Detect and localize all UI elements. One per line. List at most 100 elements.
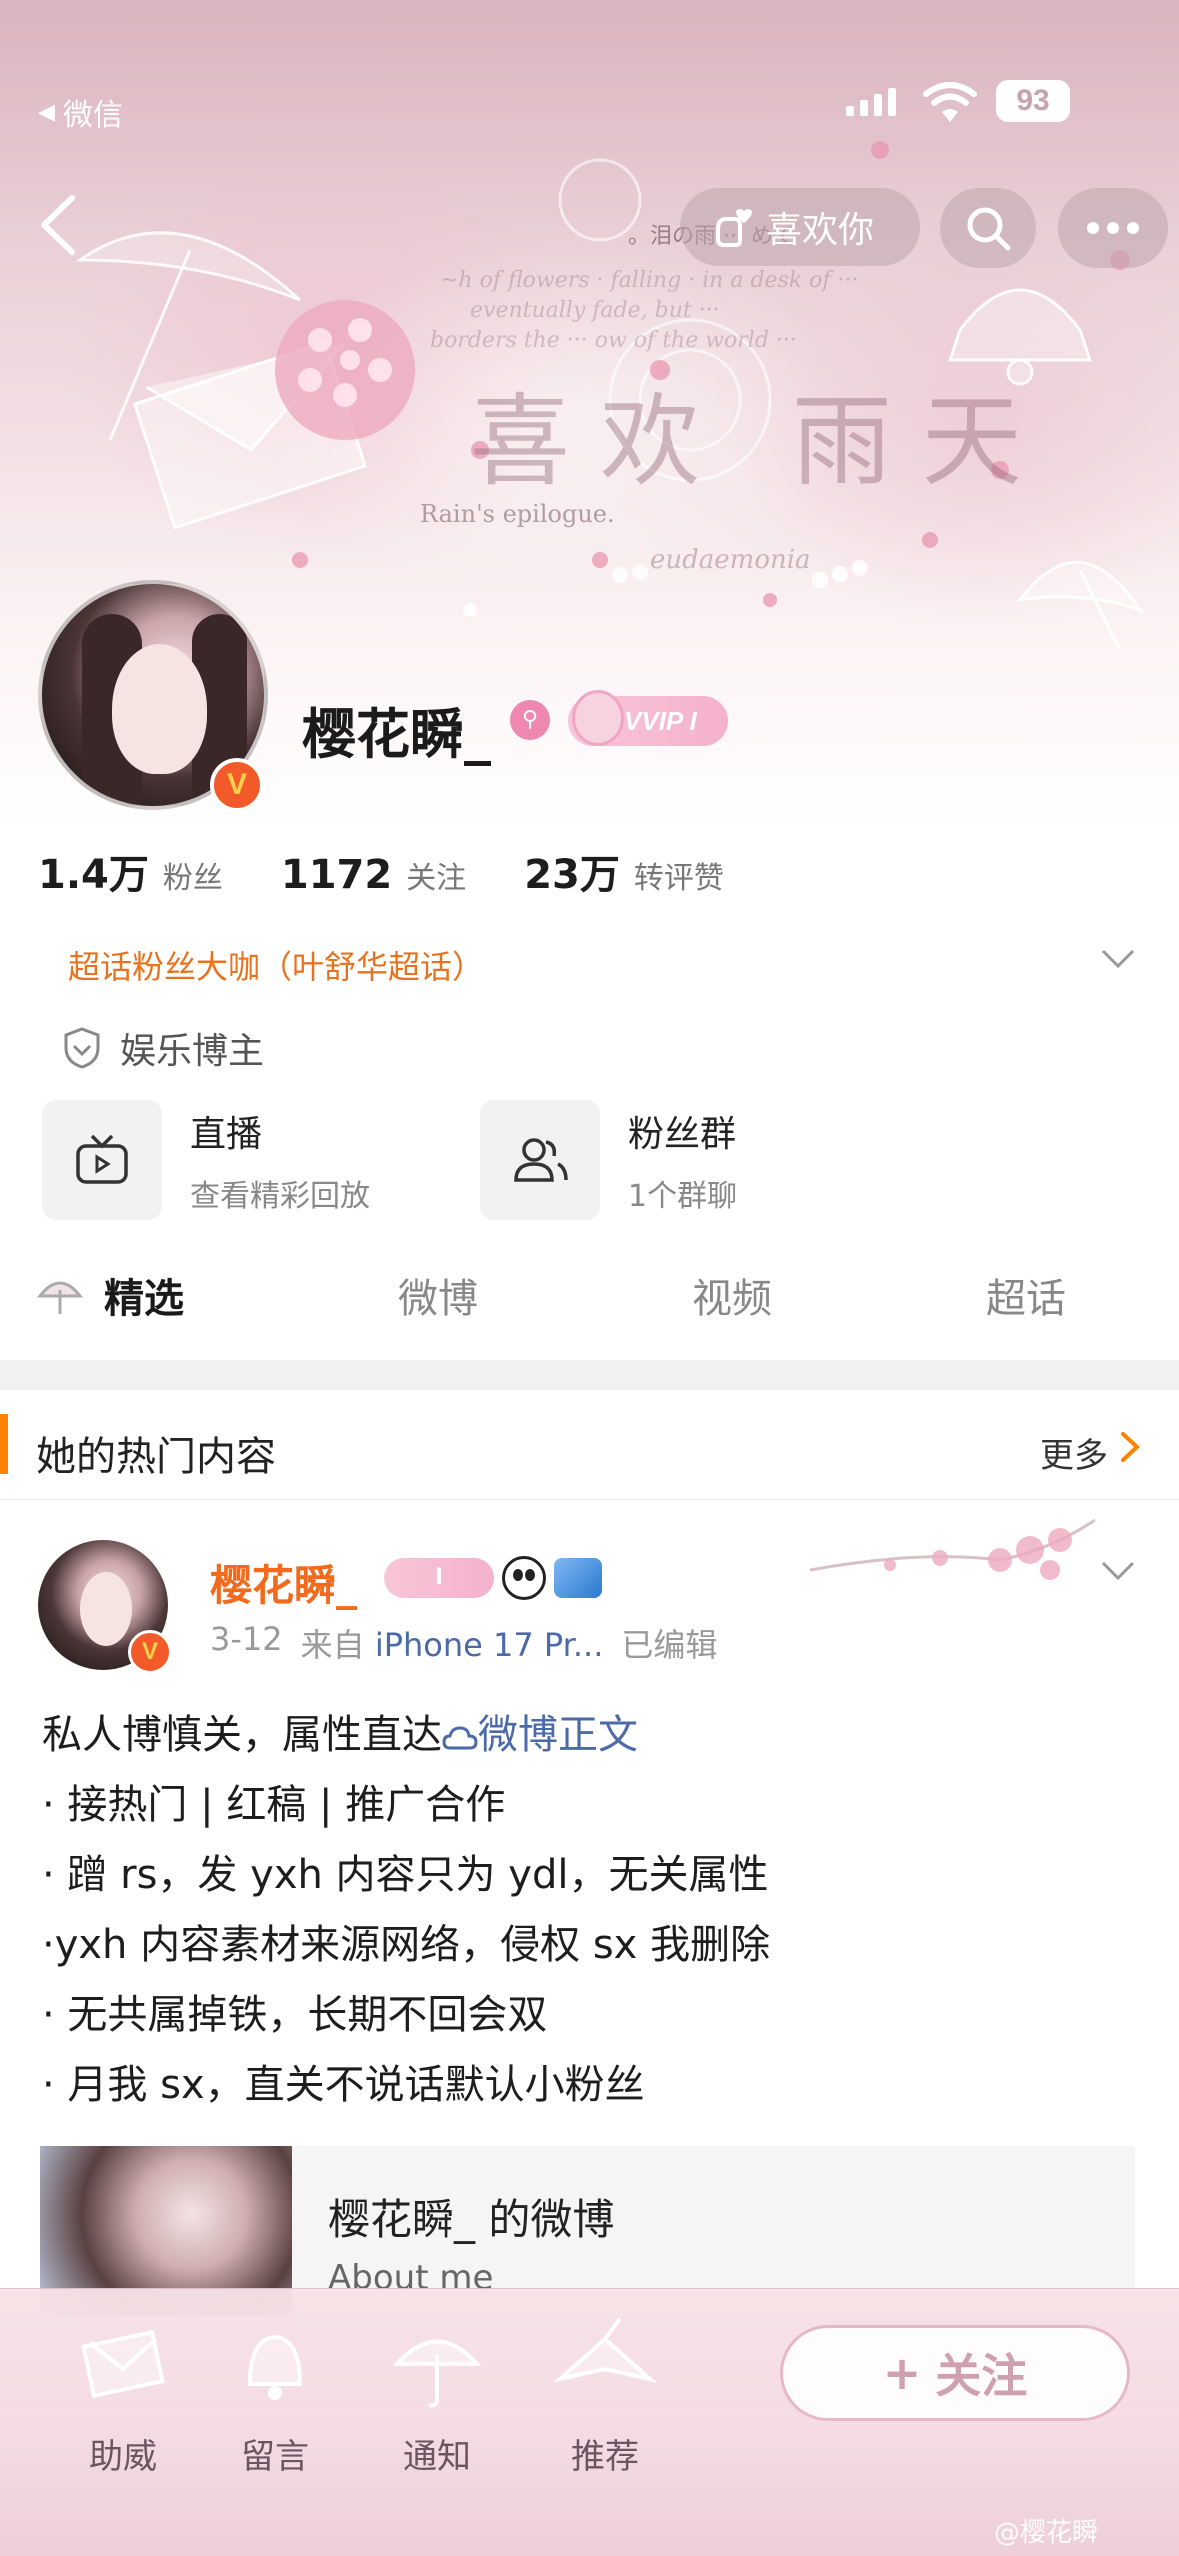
stat-label: 关注 bbox=[406, 861, 467, 896]
back-app-label: 微信 bbox=[62, 98, 123, 133]
live-entry[interactable]: 直播 查看精彩回放 bbox=[42, 1100, 370, 1220]
hand-heart-icon bbox=[716, 209, 752, 247]
tv-icon bbox=[76, 1134, 128, 1184]
verified-badge-icon: V bbox=[210, 758, 264, 812]
search-lens-badge-icon[interactable]: ⚲ bbox=[510, 700, 550, 740]
watermark: @樱花瞬 bbox=[994, 2518, 1099, 2548]
triangle-left-icon: ◀ bbox=[38, 99, 55, 125]
post-date: 3-12 bbox=[210, 1620, 283, 1658]
bear-icon bbox=[572, 690, 624, 746]
verified-badge-icon: V bbox=[128, 1630, 172, 1674]
cover-caption: Rain's epilogue. bbox=[420, 500, 615, 528]
stat-number: 23万 bbox=[524, 852, 620, 898]
fan-group-subtitle: 1个群聊 bbox=[628, 1179, 738, 1214]
stat-label: 粉丝 bbox=[162, 861, 223, 896]
panda-icon bbox=[502, 1556, 546, 1600]
cover-script-text: borders the ··· ow of the world ··· bbox=[430, 328, 797, 353]
live-title: 直播 bbox=[190, 1114, 263, 1155]
plus-icon: + bbox=[882, 2346, 922, 2400]
chevron-down-icon[interactable] bbox=[1100, 948, 1136, 970]
group-icon bbox=[514, 1138, 568, 1182]
umbrella-icon bbox=[392, 2339, 482, 2408]
stat-number: 1172 bbox=[280, 852, 393, 898]
more-button[interactable] bbox=[1058, 188, 1168, 268]
notify-button[interactable]: 通知 bbox=[372, 2309, 502, 2478]
post-author-badges: I bbox=[384, 1556, 602, 1600]
fan-group-title: 粉丝群 bbox=[628, 1114, 737, 1155]
cheer-label: 助威 bbox=[89, 2437, 157, 2477]
profile-tabs: 精选 微博 视频 超话 bbox=[0, 1250, 1179, 1350]
section-title: 她的热门内容 bbox=[36, 1434, 276, 1480]
post-content: 私人博慎关，属性直达 微博正文 · 接热门 | 红稿 | 推广合作 · 蹭 rs… bbox=[42, 1700, 770, 2120]
post-line: · 无共属掉铁，长期不回会双 bbox=[42, 1992, 548, 2038]
fan-group-entry[interactable]: 粉丝群 1个群聊 bbox=[480, 1100, 737, 1220]
envelope-icon bbox=[81, 2329, 165, 2399]
status-bar: ◀ 微信 93 bbox=[0, 60, 1179, 133]
post-line: · 月我 sx，直关不说话默认小粉丝 bbox=[42, 2062, 645, 2108]
post-line: 私人博慎关，属性直达 微博正文 bbox=[42, 1700, 770, 1770]
cheer-button[interactable]: 助威 bbox=[58, 2309, 188, 2478]
tab-featured[interactable]: 精选 bbox=[104, 1266, 184, 1324]
accent-bar bbox=[0, 1414, 8, 1474]
post-author-name[interactable]: 樱花瞬_ bbox=[210, 1552, 357, 1613]
wave-badge-icon bbox=[554, 1558, 602, 1598]
more-link[interactable]: 更多 bbox=[1040, 1428, 1108, 1477]
tab-weibo[interactable]: 微博 bbox=[398, 1266, 478, 1324]
post-link[interactable]: 微博正文 bbox=[478, 1712, 638, 1758]
post-meta: 3-12 来自 iPhone 17 Pr... 已编辑 bbox=[210, 1620, 717, 1666]
stat-label: 转评赞 bbox=[633, 861, 724, 896]
like-you-label: 喜欢你 bbox=[766, 210, 875, 251]
message-button[interactable]: 留言 bbox=[210, 2309, 340, 2478]
post-from: 来自 bbox=[300, 1626, 365, 1664]
search-button[interactable] bbox=[940, 188, 1036, 268]
cover-script-text: ~h of flowers · falling · in a desk of ·… bbox=[440, 268, 859, 293]
verification-label: 娱乐博主 bbox=[120, 1031, 265, 1072]
search-icon bbox=[967, 207, 1011, 251]
follow-button[interactable]: + 关注 bbox=[780, 2325, 1130, 2421]
sakura-branch-icon bbox=[809, 1518, 1096, 1580]
link-cloud-icon bbox=[442, 1726, 478, 1750]
profile-username: 樱花瞬_ bbox=[302, 703, 491, 766]
paper-crane-icon bbox=[552, 2317, 658, 2383]
vip-badge[interactable]: VVIP I bbox=[568, 690, 728, 746]
profile-stats: 1.4万 粉丝 1172 关注 23万 转评赞 bbox=[38, 842, 782, 900]
like-you-button[interactable]: 喜欢你 bbox=[680, 188, 920, 266]
reposts-likes-stat[interactable]: 23万 转评赞 bbox=[524, 842, 724, 900]
notify-label: 通知 bbox=[403, 2437, 471, 2477]
post-source[interactable]: iPhone 17 Pr... bbox=[375, 1626, 604, 1664]
shield-icon bbox=[64, 1027, 100, 1069]
cover-title: 喜欢 雨天 bbox=[470, 383, 1052, 500]
followers-stat[interactable]: 1.4万 粉丝 bbox=[38, 842, 223, 900]
umbrella-icon bbox=[36, 1281, 84, 1314]
post-line: ·yxh 内容素材来源网络，侵权 sx 我删除 bbox=[42, 1922, 771, 1968]
post-edited: 已编辑 bbox=[621, 1626, 718, 1664]
recommend-button[interactable]: 推荐 bbox=[540, 2309, 670, 2478]
vip-badge-label: VVIP I bbox=[624, 706, 697, 736]
tab-super-topic[interactable]: 超话 bbox=[986, 1266, 1066, 1324]
signal-icon bbox=[846, 88, 896, 116]
chevron-down-icon[interactable] bbox=[1100, 1560, 1136, 1582]
cover-word: eudaemonia bbox=[650, 545, 811, 575]
super-fan-title[interactable]: 超话粉丝大咖（叶舒华超话） bbox=[68, 942, 484, 988]
post-line-text: 私人博慎关，属性直达 bbox=[42, 1712, 442, 1758]
cover-script-text: eventually fade, but ··· bbox=[470, 298, 720, 323]
live-subtitle: 查看精彩回放 bbox=[190, 1179, 370, 1214]
section-divider bbox=[0, 1360, 1179, 1390]
bell-icon bbox=[247, 2334, 303, 2400]
following-stat[interactable]: 1172 关注 bbox=[281, 852, 466, 898]
battery-indicator: 93 bbox=[996, 80, 1070, 122]
back-to-app[interactable]: ◀ 微信 bbox=[38, 90, 123, 134]
more-dots-icon bbox=[1087, 222, 1139, 234]
verification-row: 娱乐博主 bbox=[62, 1022, 264, 1074]
recommend-label: 推荐 bbox=[571, 2437, 639, 2477]
message-label: 留言 bbox=[241, 2437, 309, 2477]
tab-video[interactable]: 视频 bbox=[692, 1266, 772, 1324]
back-arrow-icon[interactable] bbox=[30, 190, 90, 260]
chevron-right-icon[interactable] bbox=[1118, 1430, 1142, 1464]
wifi-icon bbox=[923, 82, 977, 122]
post-line: · 接热门 | 红稿 | 推广合作 bbox=[42, 1782, 506, 1828]
hot-content-header: 她的热门内容 更多 bbox=[0, 1390, 1179, 1500]
follow-label: 关注 bbox=[935, 2349, 1028, 2403]
stat-number: 1.4万 bbox=[38, 852, 149, 898]
vip-badge[interactable]: I bbox=[384, 1558, 494, 1598]
